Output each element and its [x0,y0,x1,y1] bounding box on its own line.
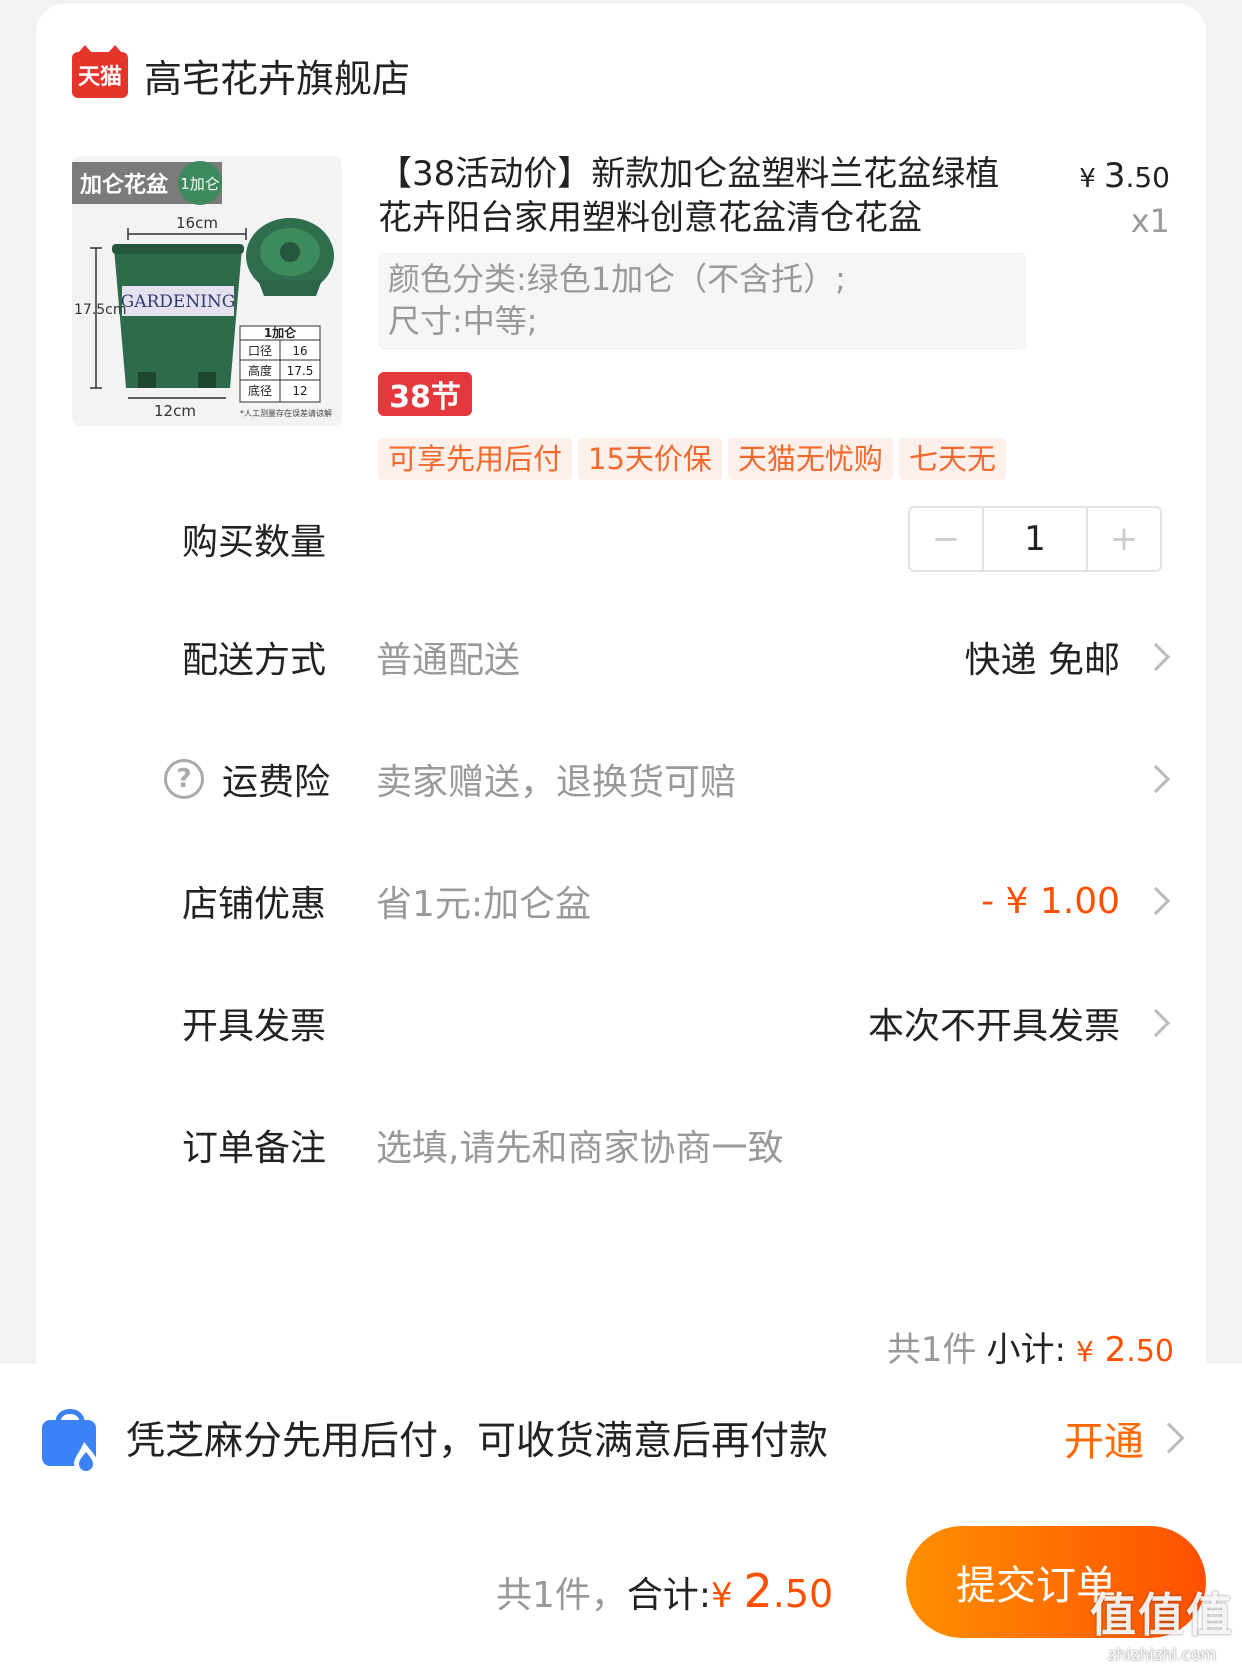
discount-value: - ¥ 1.00 [981,880,1120,922]
total-currency: ¥ [711,1576,744,1616]
svg-text:12cm: 12cm [154,402,196,420]
service-tag: 可享先用后付 [378,438,573,480]
invoice-label: 开具发票 [182,1006,327,1047]
quantity-input[interactable]: 1 [982,508,1088,570]
svg-text:*人工测量存在误差请谅解: *人工测量存在误差请谅解 [240,408,332,418]
price-currency: ¥ [1079,164,1096,194]
quantity-label: 购买数量 [182,522,327,563]
quantity-row: 购买数量 − 1 + [36,504,1206,574]
price-int: 3 [1103,156,1126,196]
store-header[interactable]: 天猫 高宅花卉旗舰店 [72,45,410,103]
delivery-value: 快递 免邮 [964,640,1120,681]
product-price: ¥3.50 [1079,156,1170,196]
chevron-right-icon [1141,764,1171,794]
bottom-bar: 凭芝麻分先用后付，可收货满意后再付款 开通 共1件，合计:¥ 2.50 提交订单… [0,1364,1242,1668]
product-title[interactable]: 【38活动价】新款加仑盆塑料兰花盆绿植花卉阳台家用塑料创意花盆清仓花盆 [378,152,1018,240]
svg-text:16cm: 16cm [176,214,218,232]
svg-text:16: 16 [292,344,307,358]
shopping-bag-icon [38,1402,104,1476]
chevron-right-icon [1141,1008,1171,1038]
quantity-stepper[interactable]: − 1 + [908,506,1162,572]
delivery-row[interactable]: 配送方式 普通配送 快递 免邮 [36,622,1206,692]
svg-text:17.5: 17.5 [287,364,314,378]
flower-pot-illustration: 加仑花盆 1加仑 16cm GARDENING 17.5cm 12cm 1加仑 … [72,156,342,426]
insurance-label: 运费险 [222,762,331,803]
price-dec: .50 [1125,161,1170,194]
svg-text:高度: 高度 [248,363,272,378]
total-label: 合计: [626,1575,712,1616]
promo-badge: 38节 [378,372,472,416]
chevron-right-icon [1153,1422,1185,1454]
product-image[interactable]: 加仑花盆 1加仑 16cm GARDENING 17.5cm 12cm 1加仑 … [72,156,342,426]
svg-text:底径: 底径 [248,383,272,398]
discount-label: 店铺优惠 [182,884,327,925]
total-int: 2 [743,1564,773,1618]
delivery-method: 普通配送 [376,640,521,681]
activate-link[interactable]: 开通 [1064,1409,1144,1467]
help-icon[interactable]: ? [164,759,204,799]
chevron-right-icon [1141,642,1171,672]
product-quantity: x1 [1130,202,1170,240]
store-discount-row[interactable]: 店铺优惠 省1元:加仑盆 - ¥ 1.00 [36,866,1206,936]
chevron-right-icon [1141,886,1171,916]
note-label: 订单备注 [182,1128,327,1169]
watermark: 值值值 zhizhizhi.com [1090,1579,1234,1664]
total-dec: .50 [772,1572,834,1616]
service-tag: 七天无 [898,438,1006,480]
invoice-row[interactable]: 开具发票 本次不开具发票 [36,988,1206,1058]
watermark-logo: 值值值 [1090,1588,1234,1642]
delivery-label: 配送方式 [182,640,327,681]
svg-text:1加仑: 1加仑 [264,325,297,340]
service-tag: 15天价保 [578,438,722,480]
order-note-row[interactable]: 订单备注 选填,请先和商家协商一致 [36,1110,1206,1180]
svg-text:12: 12 [292,384,307,398]
invoice-value: 本次不开具发票 [867,1006,1120,1047]
tmall-logo: 天猫 [72,45,128,98]
insurance-desc: 卖家赠送，退换货可赔 [376,762,737,803]
svg-text:GARDENING: GARDENING [121,292,236,312]
discount-desc: 省1元:加仑盆 [376,884,592,925]
shipping-insurance-row[interactable]: ? 运费险 卖家赠送，退换货可赔 [36,744,1206,814]
decrement-button[interactable]: − [910,508,982,570]
service-tags: 可享先用后付 15天价保 天猫无忧购 七天无 [378,438,1026,480]
increment-button[interactable]: + [1088,508,1160,570]
order-note-input[interactable]: 选填,请先和商家协商一致 [376,1119,783,1171]
svg-text:加仑花盆: 加仑花盆 [79,172,169,198]
total-count: 共1件， [496,1575,627,1616]
order-card: 天猫 高宅花卉旗舰店 加仑花盆 1加仑 16cm GARDENING 17.5c… [36,4,1206,1424]
sku-color: 颜色分类:绿色1加仑（不含托）; [388,260,846,298]
store-name[interactable]: 高宅花卉旗舰店 [144,48,410,103]
pay-later-text: 凭芝麻分先用后付，可收货满意后再付款 [126,1419,829,1464]
order-total: 共1件，合计:¥ 2.50 [496,1564,833,1618]
sku-size: 尺寸:中等; [388,302,538,340]
watermark-url: zhizhizhi.com [1107,1645,1217,1664]
service-tag: 天猫无忧购 [727,438,893,480]
svg-text:1加仑: 1加仑 [180,175,220,193]
svg-text:口径: 口径 [248,344,272,358]
sku-box[interactable]: 颜色分类:绿色1加仑（不含托）; 尺寸:中等; [378,252,1026,350]
pay-later-banner[interactable]: 凭芝麻分先用后付，可收货满意后再付款 开通 [38,1398,1208,1478]
svg-text:17.5cm: 17.5cm [74,302,127,318]
